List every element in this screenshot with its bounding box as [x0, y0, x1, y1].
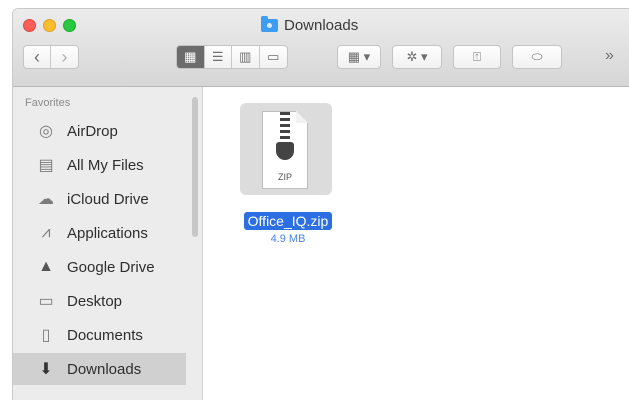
tags-button[interactable]: ⬭: [512, 45, 562, 69]
sidebar-item-airdrop[interactable]: ◎ AirDrop: [13, 115, 186, 147]
toolbar-overflow-button[interactable]: »: [605, 47, 614, 65]
file-size: 4.9 MB: [270, 233, 306, 245]
downloads-icon: ⬇: [39, 361, 53, 378]
icon-view-icon: ▦: [184, 49, 197, 64]
applications-icon: ⩘: [41, 224, 51, 241]
sidebar-item-all-my-files[interactable]: ▤ All My Files: [13, 149, 186, 181]
google-drive-icon: ▲: [38, 258, 54, 275]
sidebar: Favorites ◎ AirDrop ▤ All My Files ☁ iCl…: [13, 87, 203, 400]
cover-flow-button[interactable]: ▭: [260, 46, 287, 68]
share-button[interactable]: ⍐: [453, 45, 501, 69]
sidebar-item-documents[interactable]: ▯ Documents: [13, 319, 186, 351]
cloud-icon: ☁: [38, 191, 54, 208]
sidebar-item-label: iCloud Drive: [67, 190, 149, 208]
sidebar-item-downloads[interactable]: ⬇ Downloads: [13, 353, 186, 385]
file-selection-highlight: ZIP: [240, 103, 332, 195]
icon-view-button[interactable]: ▦: [177, 46, 205, 68]
all-files-icon: ▤: [38, 157, 54, 174]
sidebar-item-google-drive[interactable]: ▲ Google Drive: [13, 251, 186, 283]
list-view-button[interactable]: ☰: [205, 46, 232, 68]
view-mode-selector: ▦ ☰ ▥ ▭: [176, 45, 288, 69]
chevron-left-icon: ‹: [34, 46, 40, 67]
group-grid-icon: ▦ ▾: [347, 49, 371, 64]
chevron-right-icon: ›: [61, 46, 68, 67]
airdrop-icon: ◎: [39, 123, 53, 140]
file-name-text: Office_IQ.zip: [243, 212, 333, 230]
zipper-pull-icon: [276, 142, 294, 160]
file-type-label: ZIP: [277, 172, 292, 182]
sidebar-item-label: AirDrop: [67, 122, 118, 140]
sidebar-item-label: Downloads: [67, 360, 142, 378]
zip-file-icon: ZIP: [262, 111, 308, 189]
sidebar-item-label: Documents: [67, 326, 143, 344]
list-view-icon: ☰: [211, 49, 224, 64]
sidebar-heading-favorites: Favorites: [25, 97, 71, 109]
sidebar-item-label: Google Drive: [67, 258, 155, 276]
documents-icon: ▯: [41, 327, 51, 344]
sidebar-item-label: Applications: [67, 224, 148, 242]
close-button[interactable]: [23, 19, 36, 32]
back-button[interactable]: ‹: [24, 46, 52, 68]
file-browser-area: ZIP Office_IQ.zip 4.9 MB: [204, 87, 629, 400]
arrange-button[interactable]: ▦ ▾: [337, 45, 381, 69]
column-view-button[interactable]: ▥: [232, 46, 260, 68]
double-chevron-right-icon: »: [605, 47, 614, 64]
sidebar-item-icloud-drive[interactable]: ☁ iCloud Drive: [13, 183, 186, 215]
downloads-folder-icon: [261, 15, 278, 32]
sidebar-item-label: Desktop: [67, 292, 123, 310]
navigation-buttons: ‹ ›: [23, 45, 79, 69]
share-icon: ⍐: [473, 49, 481, 64]
tag-icon: ⬭: [531, 49, 543, 64]
sidebar-item-label: All My Files: [67, 156, 144, 174]
minimize-button[interactable]: [43, 19, 56, 32]
file-name[interactable]: Office_IQ.zip: [237, 212, 339, 231]
cover-flow-icon: ▭: [267, 49, 280, 64]
window-title-text: Downloads: [284, 16, 359, 34]
forward-button[interactable]: ›: [51, 46, 78, 68]
gear-icon: ✲ ▾: [406, 49, 428, 64]
sidebar-scrollbar[interactable]: [192, 97, 198, 237]
desktop-icon: ▭: [38, 293, 54, 310]
sidebar-item-applications[interactable]: ⩘ Applications: [13, 217, 186, 249]
window-title: Downloads: [261, 15, 358, 35]
action-button[interactable]: ✲ ▾: [392, 45, 442, 69]
zoom-button[interactable]: [63, 19, 76, 32]
title-bar: Downloads ‹ › ▦ ☰ ▥ ▭ ▦ ▾ ✲ ▾ ⍐ ⬭ »: [13, 9, 629, 87]
finder-window: Downloads ‹ › ▦ ☰ ▥ ▭ ▦ ▾ ✲ ▾ ⍐ ⬭ » Favo…: [12, 8, 629, 400]
column-view-icon: ▥: [239, 49, 252, 64]
sidebar-item-desktop[interactable]: ▭ Desktop: [13, 285, 186, 317]
page-fold: [296, 111, 308, 123]
